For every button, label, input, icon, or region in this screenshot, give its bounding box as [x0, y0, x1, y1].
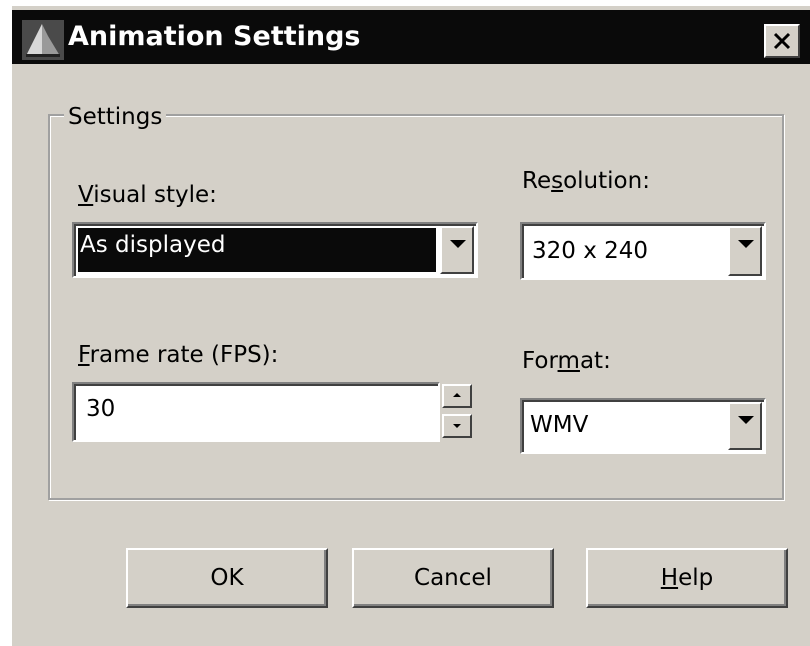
frame-rate-value: 30: [86, 396, 116, 422]
arrow-down-icon: [453, 424, 461, 428]
window-title: Animation Settings: [68, 21, 361, 52]
visual-style-label: Visual style:: [78, 182, 217, 208]
format-dropdown[interactable]: WMV: [520, 398, 766, 454]
format-mnemonic: m: [557, 348, 580, 374]
settings-group-label: Settings: [64, 104, 167, 130]
visual-style-mnemonic: V: [78, 182, 94, 208]
frame-rate-decrement-button[interactable]: [442, 414, 472, 438]
ok-button-label: OK: [210, 565, 244, 591]
resolution-mnemonic: s: [551, 168, 564, 194]
title-bar[interactable]: Animation Settings: [12, 10, 810, 64]
visual-style-dropdown[interactable]: As displayed: [72, 222, 478, 278]
resolution-label: Resolution:: [522, 168, 650, 194]
frame-rate-mnemonic: F: [78, 342, 90, 368]
format-value: WMV: [530, 412, 589, 438]
arrow-up-icon: [453, 393, 461, 397]
input-inner-border: [74, 384, 438, 440]
help-mnemonic: H: [660, 565, 679, 591]
format-label-start: For: [522, 348, 558, 374]
chevron-down-icon: [450, 240, 466, 248]
resolution-label-end: olution:: [563, 168, 650, 194]
animation-settings-dialog: Animation Settings Settings Visual style…: [12, 6, 810, 646]
resolution-dropdown[interactable]: 320 x 240: [520, 222, 766, 280]
format-label-end: at:: [579, 348, 611, 374]
chevron-down-icon: [738, 416, 754, 424]
close-button[interactable]: [764, 24, 800, 58]
frame-rate-input[interactable]: 30: [72, 382, 440, 442]
help-button-label: Help: [661, 565, 713, 591]
visual-style-label-text: isual style:: [93, 182, 217, 208]
resolution-dropdown-button[interactable]: [728, 226, 762, 276]
ok-button[interactable]: OK: [126, 548, 328, 608]
resolution-label-start: Re: [522, 168, 552, 194]
visual-style-value: As displayed: [78, 228, 436, 272]
frame-rate-label: Frame rate (FPS):: [78, 342, 278, 368]
cancel-button-label: Cancel: [414, 565, 492, 591]
chevron-down-icon: [738, 240, 754, 248]
resolution-value: 320 x 240: [532, 238, 649, 264]
cancel-button[interactable]: Cancel: [352, 548, 554, 608]
frame-rate-label-text: rame rate (FPS):: [89, 342, 279, 368]
help-button[interactable]: Help: [586, 548, 788, 608]
app-icon: [22, 20, 64, 60]
format-dropdown-button[interactable]: [728, 402, 762, 450]
format-label: Format:: [522, 348, 611, 374]
help-label-text: elp: [678, 565, 714, 591]
frame-rate-increment-button[interactable]: [442, 384, 472, 408]
close-icon: [773, 32, 791, 50]
visual-style-dropdown-button[interactable]: [440, 226, 474, 274]
